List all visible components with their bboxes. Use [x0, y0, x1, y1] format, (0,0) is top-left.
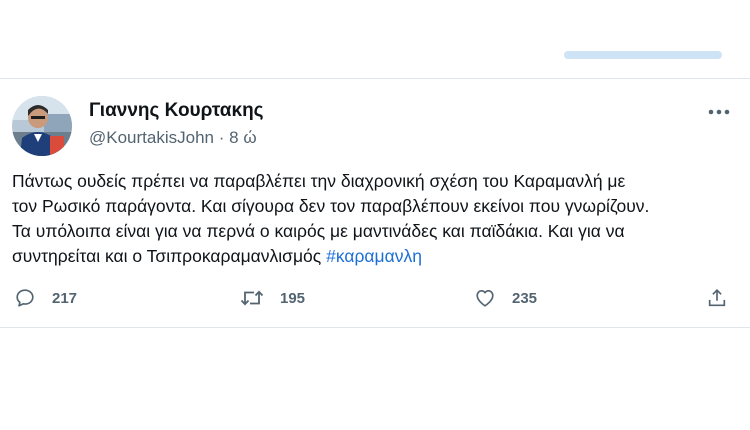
like-count: 235 — [512, 289, 538, 307]
display-name[interactable]: Γιαννης Κουρτακης — [89, 100, 264, 122]
heart-icon — [476, 290, 494, 307]
tweet-line: Πάντως ουδείς πρέπει να παραβλέπει την δ… — [12, 171, 626, 191]
timestamp[interactable]: 8 ώ — [229, 128, 256, 147]
tweet-text: Πάντως ουδείς πρέπει να παραβλέπει την δ… — [12, 169, 740, 269]
hashtag-link[interactable]: #καραμανλη — [326, 246, 422, 266]
tweet-line-last: συντηρείται και ο Τσιπροκαραμανλισμός #κ… — [12, 244, 740, 269]
divider — [0, 78, 750, 79]
retweet-icon — [240, 290, 264, 306]
reply-count: 217 — [52, 289, 78, 307]
share-icon — [708, 289, 726, 307]
more-options-button[interactable] — [706, 100, 732, 124]
tweet-meta: @KourtakisJohn · 8 ώ — [89, 128, 257, 148]
new-tweets-pill[interactable] — [564, 51, 722, 59]
share-button[interactable] — [706, 285, 728, 311]
avatar-image — [12, 96, 72, 156]
avatar[interactable] — [12, 96, 72, 156]
meta-separator: · — [218, 128, 225, 147]
tweet-screenshot: Γιαννης Κουρτακης @KourtakisJohn · 8 ώ Π… — [0, 0, 750, 430]
reply-icon — [16, 289, 34, 307]
reply-button[interactable]: 217 — [14, 285, 77, 311]
tweet-line-text: συντηρείται και ο Τσιπροκαραμανλισμός — [12, 246, 322, 266]
tweet-line: τον Ρωσικό παράγοντα. Και σίγουρα δεν το… — [12, 196, 650, 216]
retweet-button[interactable]: 195 — [240, 285, 305, 311]
like-button[interactable]: 235 — [474, 285, 537, 311]
more-horizontal-icon — [708, 109, 730, 115]
retweet-count: 195 — [280, 289, 306, 307]
tweet-line: Τα υπόλοιπα είναι για να περνά ο καιρός … — [12, 221, 625, 241]
handle[interactable]: @KourtakisJohn — [89, 128, 214, 147]
divider — [0, 327, 750, 328]
